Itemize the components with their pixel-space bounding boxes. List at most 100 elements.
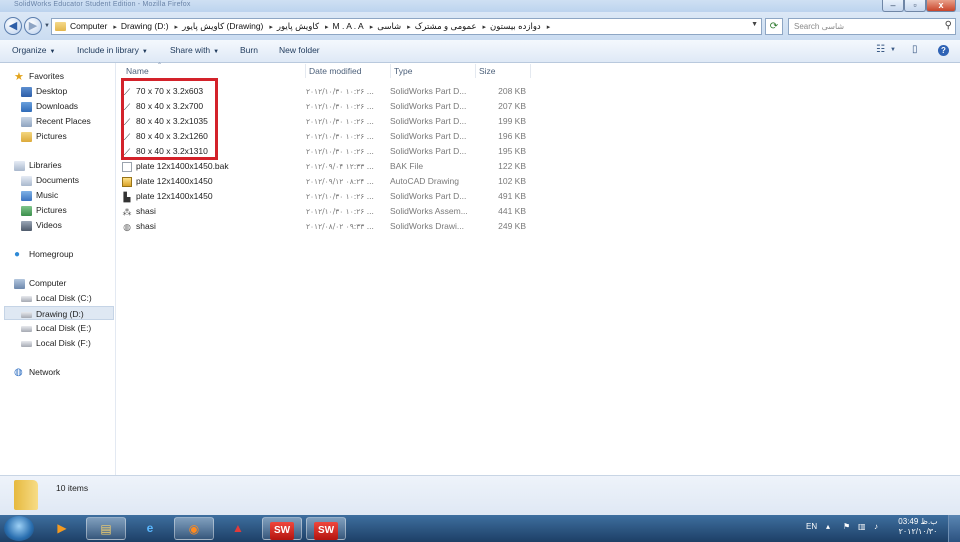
file-type: SolidWorks Part D... (390, 131, 467, 141)
breadcrumb-item[interactable]: M . A . A (333, 21, 364, 31)
nav-pictures[interactable]: Pictures (21, 203, 67, 217)
nav-recent-places[interactable]: Recent Places (21, 114, 91, 128)
close-button[interactable]: x (926, 0, 956, 12)
view-options-icon[interactable]: ☷ (876, 44, 885, 55)
column-header-type[interactable]: Type (390, 64, 476, 78)
nav-disk-e[interactable]: Local Disk (E:) (21, 321, 91, 335)
nav-network[interactable]: ◍ Network (14, 365, 60, 379)
column-header-size[interactable]: Size (475, 64, 531, 78)
selection-highlight-box (121, 78, 218, 160)
search-placeholder: Search شاسی (794, 22, 845, 31)
clock[interactable]: 03:49 ب.ظ ۲۰۱۲/۱۰/۳۰ (893, 517, 943, 537)
recent-pages-dropdown[interactable]: ▼ (44, 23, 50, 29)
ie-button[interactable]: e (130, 517, 170, 540)
solidworks-button-2[interactable]: SW (306, 517, 346, 540)
address-bar[interactable]: Computer ▸ Drawing (D:) ▸ کاویش پایور (Drawi… (51, 18, 762, 35)
breadcrumb-separator-icon[interactable]: ▸ (407, 24, 411, 31)
file-name: ▙ plate 12x1400x1450 (123, 191, 213, 202)
nav-computer[interactable]: Computer (14, 276, 66, 290)
file-type: SolidWorks Assem... (390, 206, 468, 216)
music-icon (21, 190, 32, 201)
autocad-icon: ▲ (232, 521, 244, 535)
explorer-button[interactable]: ▤ (86, 517, 126, 540)
file-type: SolidWorks Part D... (390, 86, 467, 96)
firefox-icon: ◉ (188, 522, 200, 536)
drive-icon (21, 295, 32, 302)
solidworks-icon: SW (270, 522, 294, 540)
file-type: SolidWorks Drawi... (390, 221, 464, 231)
file-size: 122 KB (498, 161, 526, 171)
refresh-button[interactable]: ⟳ (765, 18, 783, 35)
breadcrumb-separator-icon[interactable]: ▸ (175, 24, 179, 31)
nav-homegroup[interactable]: ● Homegroup (14, 247, 73, 261)
breadcrumb-item[interactable]: Computer (70, 21, 107, 31)
breadcrumb-separator-icon[interactable]: ▸ (269, 24, 273, 31)
file-row[interactable]: ⁂ shasi ۲۰۱۲/۱۰/۳۰ ۱۰:۲۶ ... SolidWorks Ass… (122, 204, 647, 219)
language-indicator[interactable]: EN (806, 522, 817, 531)
nav-videos[interactable]: Videos (21, 218, 62, 232)
new-folder-button[interactable]: New folder (279, 45, 320, 55)
libraries-icon (14, 160, 25, 171)
volume-icon[interactable]: ♪ (874, 522, 878, 531)
file-row[interactable]: ▙ plate 12x1400x1450 ۲۰۱۲/۱۰/۳۰ ۱۰:۲۶ ... S… (122, 189, 647, 204)
dwg-file-icon (122, 176, 132, 187)
navigation-pane: ★ Favorites Desktop Downloads Recent Plac… (0, 63, 116, 475)
breadcrumb-separator-icon[interactable]: ▸ (370, 24, 374, 31)
search-input[interactable]: Search شاسی ⚲ (788, 18, 956, 35)
network-tray-icon[interactable]: ▥ (858, 522, 866, 531)
show-desktop-button[interactable] (948, 515, 960, 542)
file-row[interactable]: plate 12x1400x1450 ۲۰۱۲/۰۹/۱۲ ۰۸:۲۴ ... Au… (122, 174, 647, 189)
breadcrumb-item[interactable]: کاویش پایور (Drawing) (182, 21, 263, 31)
organize-button[interactable]: Organize ▼ (12, 45, 55, 55)
breadcrumb-separator-icon[interactable]: ▸ (547, 24, 551, 31)
nav-pictures-favorite[interactable]: Pictures (21, 129, 67, 143)
documents-icon (21, 175, 32, 186)
nav-libraries[interactable]: Libraries (14, 158, 62, 172)
nav-disk-c[interactable]: Local Disk (C:) (21, 291, 92, 305)
firefox-button[interactable]: ◉ (174, 517, 214, 540)
breadcrumb-item[interactable]: Drawing (D:) (121, 21, 169, 31)
column-header-name[interactable]: ⌃ Name (122, 63, 306, 78)
breadcrumb-separator-icon[interactable]: ▸ (325, 24, 329, 31)
nav-disk-f[interactable]: Local Disk (F:) (21, 336, 91, 350)
column-header-date[interactable]: Date modified (305, 64, 391, 78)
action-center-icon[interactable]: ⚑ (843, 522, 850, 531)
autocad-button[interactable]: ▲ (218, 517, 258, 540)
file-row[interactable]: ◍ shasi ۲۰۱۲/۰۸/۰۲ ۰۹:۳۳ ... SolidWorks Dra… (122, 219, 647, 234)
arrow-right-icon: ▶ (28, 20, 38, 32)
breadcrumb-separator-icon[interactable]: ▸ (483, 24, 487, 31)
breadcrumb-separator-icon[interactable]: ▸ (113, 24, 117, 31)
videos-icon (21, 220, 32, 231)
breadcrumb-item[interactable]: شاسی (377, 21, 401, 31)
file-row[interactable]: plate 12x1400x1450.bak ۲۰۱۲/۰۹/۰۴ ۱۲:۳۳ .… (122, 159, 647, 174)
view-dropdown-icon[interactable]: ▼ (890, 47, 896, 53)
minimize-button[interactable]: – (882, 0, 904, 12)
bak-file-icon (122, 161, 132, 172)
back-button[interactable]: ◀ (4, 17, 22, 35)
start-button[interactable] (4, 516, 34, 541)
nav-documents[interactable]: Documents (21, 173, 79, 187)
nav-disk-d[interactable]: Drawing (D:) (4, 306, 114, 320)
breadcrumb-item[interactable]: دوازده بیستون (490, 21, 541, 31)
breadcrumb-item[interactable]: کاویش پایور (277, 21, 319, 31)
computer-icon (14, 278, 25, 289)
media-player-button[interactable]: ▶ (42, 517, 82, 540)
nav-downloads[interactable]: Downloads (21, 99, 78, 113)
nav-music[interactable]: Music (21, 188, 58, 202)
maximize-button[interactable]: ▫ (904, 0, 926, 12)
forward-button[interactable]: ▶ (24, 17, 42, 35)
file-date: ۲۰۱۲/۱۰/۳۰ ۱۰:۲۶ ... (306, 207, 374, 216)
nav-favorites[interactable]: ★ Favorites (14, 69, 64, 83)
help-icon[interactable]: ? (938, 45, 949, 56)
nav-desktop[interactable]: Desktop (21, 84, 67, 98)
clock-date: ۲۰۱۲/۱۰/۳۰ (898, 527, 938, 536)
address-history-dropdown[interactable]: ▼ (751, 21, 758, 28)
burn-button[interactable]: Burn (240, 45, 258, 55)
share-with-button[interactable]: Share with ▼ (170, 45, 219, 55)
breadcrumb-item[interactable]: عمومی و مشترک (415, 21, 477, 31)
solidworks-button-1[interactable]: SW (262, 517, 302, 540)
search-icon: ⚲ (944, 20, 952, 31)
include-in-library-button[interactable]: Include in library ▼ (77, 45, 148, 55)
tray-overflow-icon[interactable]: ▴ (826, 522, 830, 531)
preview-pane-icon[interactable]: ▯ (912, 44, 918, 55)
